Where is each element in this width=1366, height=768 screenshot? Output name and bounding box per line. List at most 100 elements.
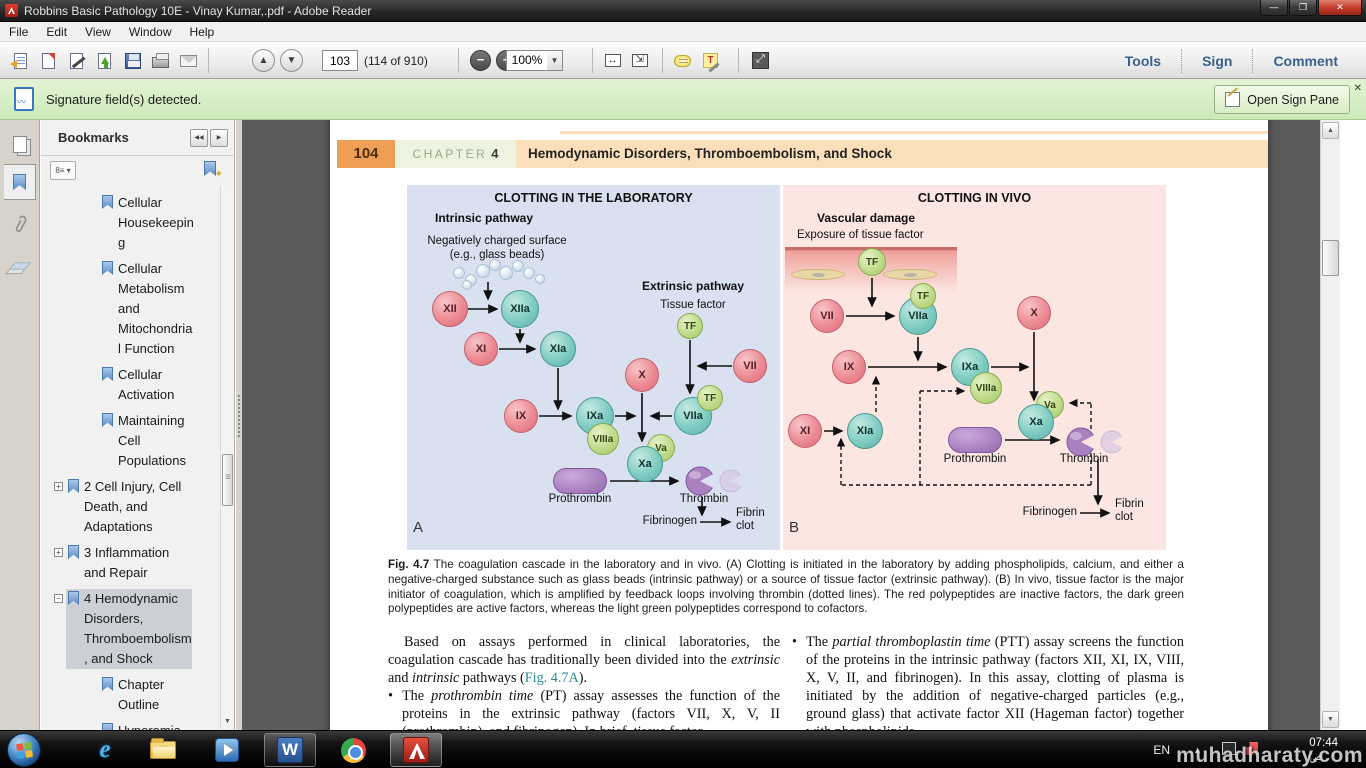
previous-page-button[interactable]: ▲	[252, 49, 275, 72]
scroll-down-icon[interactable]: ▼	[1322, 711, 1339, 728]
chapter-label: CHAPTER4	[395, 140, 516, 168]
layers-icon[interactable]	[4, 248, 36, 284]
bookmark-icon	[102, 261, 113, 359]
menu-view[interactable]: View	[76, 23, 120, 41]
adobe-reader-window: Robbins Basic Pathology 10E - Vinay Kuma…	[0, 0, 1366, 768]
notification-close-icon[interactable]: ✕	[1352, 81, 1364, 96]
save-copy-icon[interactable]	[36, 48, 61, 73]
save-icon[interactable]	[120, 48, 145, 73]
highlight-button[interactable]: T	[698, 48, 723, 73]
tools-button[interactable]: Tools	[1105, 47, 1181, 75]
page-number-label: 104	[337, 140, 395, 168]
menu-window[interactable]: Window	[120, 23, 181, 41]
open-file-icon[interactable]	[8, 48, 33, 73]
scroll-up-icon[interactable]: ▲	[1322, 122, 1339, 139]
bookmark-options-button[interactable]: 8≡ ▾	[50, 161, 76, 180]
factor-node-xa: Xa	[1018, 404, 1054, 440]
menu-file[interactable]: File	[0, 23, 37, 41]
expand-panel-icon[interactable]: ▶	[210, 129, 228, 147]
bead-icon	[476, 264, 490, 278]
figure-panel-vivo: CLOTTING IN VIVO Vascular damage Exposur…	[783, 185, 1166, 550]
zoom-out-button[interactable]: −	[470, 50, 491, 71]
bookmarks-scrollbar[interactable]: ▼	[220, 186, 233, 729]
lab-panel-title: CLOTTING IN THE LABORATORY	[407, 191, 780, 205]
title-bar[interactable]: Robbins Basic Pathology 10E - Vinay Kuma…	[0, 0, 1366, 22]
bookmark-icon	[102, 413, 113, 471]
chrome-icon[interactable]	[336, 735, 370, 765]
expand-icon[interactable]: +	[54, 482, 63, 491]
bookmark-item[interactable]: Cellular Metabolism and Mitochondrial Fu…	[41, 259, 219, 359]
factor-node-xi: XI	[788, 414, 822, 448]
toolbar: ▲ ▼ (114 of 910) − + 100% ▼ T Tools Sign…	[0, 42, 1366, 79]
bookmark-item[interactable]: Cellular Activation	[41, 365, 219, 405]
factor-node-xii: XII	[432, 291, 468, 327]
sign-document-icon[interactable]	[64, 48, 89, 73]
bead-icon	[499, 266, 513, 280]
sign-button[interactable]: Sign	[1182, 47, 1252, 75]
scroll-down-icon[interactable]: ▼	[222, 715, 233, 729]
bookmarks-tab-icon[interactable]	[4, 164, 36, 200]
language-indicator[interactable]: EN	[1153, 743, 1170, 757]
attachments-icon[interactable]	[4, 206, 36, 242]
media-player-icon[interactable]	[210, 735, 244, 765]
adobe-reader-taskbar-button[interactable]	[390, 733, 442, 767]
fit-width-button[interactable]	[600, 48, 625, 73]
bookmark-icon	[102, 677, 113, 715]
factor-node-xi: XI	[464, 332, 498, 366]
page-count-label: (114 of 910)	[364, 54, 428, 68]
minimize-button[interactable]: —	[1260, 0, 1288, 16]
factor-node-vii: VII	[733, 349, 767, 383]
factor-node-vii: VII	[810, 299, 844, 333]
fit-window-button[interactable]	[627, 48, 652, 73]
fullscreen-button[interactable]	[748, 48, 773, 73]
factor-node-x: X	[625, 358, 659, 392]
bead-icon	[535, 274, 545, 284]
navigation-strip	[0, 120, 40, 730]
bead-icon	[512, 260, 524, 272]
menu-edit[interactable]: Edit	[37, 23, 76, 41]
bookmark-item[interactable]: +2 Cell Injury, Cell Death, and Adaptati…	[41, 477, 219, 537]
sticky-note-button[interactable]	[670, 48, 695, 73]
restore-button[interactable]: ❐	[1289, 0, 1317, 16]
collapse-panel-icon[interactable]: ◀◀	[190, 129, 208, 147]
bookmark-item[interactable]: Hyperemia and	[41, 721, 219, 730]
close-button[interactable]: ✕	[1318, 0, 1362, 16]
internet-explorer-icon[interactable]: e	[88, 735, 122, 765]
document-scrollbar[interactable]: ▲ ▼	[1320, 120, 1340, 730]
new-bookmark-icon[interactable]	[202, 160, 220, 178]
windows-flag-icon	[16, 742, 33, 759]
expand-icon[interactable]: +	[54, 548, 63, 557]
bookmark-item-selected[interactable]: −4 Hemodynamic Disorders, Thromboembolis…	[41, 589, 219, 669]
menu-help[interactable]: Help	[181, 23, 224, 41]
scrollbar-thumb[interactable]	[1322, 240, 1339, 276]
figure-reference-link[interactable]: Fig. 4.7A	[525, 670, 579, 686]
start-button[interactable]	[7, 733, 41, 767]
next-page-button[interactable]: ▼	[280, 49, 303, 72]
open-sign-pane-button[interactable]: Open Sign Pane	[1214, 85, 1350, 114]
bookmark-icon	[68, 479, 79, 537]
send-upload-icon[interactable]	[92, 48, 117, 73]
scrollbar-thumb[interactable]	[222, 454, 233, 506]
print-icon[interactable]	[148, 48, 173, 73]
collapse-icon[interactable]: −	[54, 594, 63, 603]
bookmark-item[interactable]: +3 Inflammation and Repair	[41, 543, 219, 583]
factor-node-tf: TF	[697, 385, 723, 411]
window-title: Robbins Basic Pathology 10E - Vinay Kuma…	[24, 4, 371, 18]
windows-explorer-icon[interactable]	[146, 735, 180, 765]
zoom-caret-icon[interactable]: ▼	[547, 50, 563, 71]
figure-caption: Fig. 4.7 The coagulation cascade in the …	[388, 558, 1184, 617]
email-icon[interactable]	[176, 48, 201, 73]
page-number-input[interactable]	[322, 50, 358, 71]
comment-button[interactable]: Comment	[1253, 47, 1358, 75]
chapter-title: Hemodynamic Disorders, Thromboembolism, …	[516, 140, 1268, 168]
taskbar: e W EN ▲ 07:44 ص muhadharaty.com	[0, 730, 1366, 768]
page-thumbnails-icon[interactable]	[4, 126, 36, 162]
extrinsic-pathway-label: Extrinsic pathway	[623, 279, 763, 293]
factor-node-xa: Xa	[627, 446, 663, 482]
bookmark-item[interactable]: Cellular Housekeeping	[41, 193, 219, 253]
bookmark-item[interactable]: Chapter Outline	[41, 675, 219, 715]
word-taskbar-button[interactable]: W	[264, 733, 316, 767]
figure-panel-laboratory: CLOTTING IN THE LABORATORY Intrinsic pat…	[407, 185, 780, 550]
bookmark-item[interactable]: Maintaining Cell Populations	[41, 411, 219, 471]
zoom-level-select[interactable]: 100%	[506, 50, 548, 71]
